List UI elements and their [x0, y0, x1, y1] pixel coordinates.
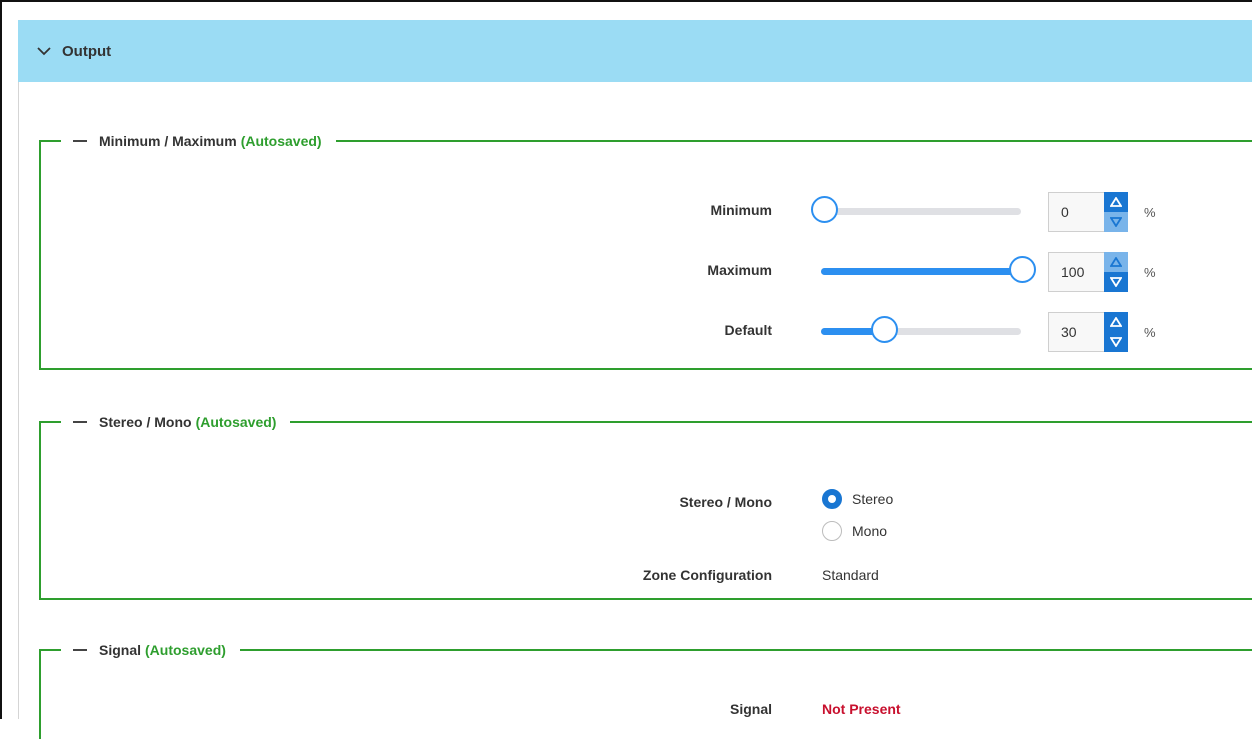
signal-legend-title: Signal: [99, 642, 142, 658]
default-slider[interactable]: [821, 316, 1021, 346]
radio-stereo[interactable]: Stereo: [822, 489, 893, 509]
default-label: Default: [724, 322, 772, 338]
autosaved-tag: (Autosaved): [195, 414, 277, 430]
radio-label: Mono: [852, 523, 888, 539]
slider-thumb[interactable]: [1009, 256, 1036, 283]
zone-configuration-value: Standard: [822, 567, 879, 583]
stereo-legend: Stereo / Mono (Autosaved): [61, 412, 291, 432]
collapse-dash-icon: [73, 649, 87, 651]
decrement-button[interactable]: [1104, 212, 1128, 232]
default-spinner[interactable]: 30 %: [1048, 312, 1156, 352]
minmax-fieldset: Minimum / Maximum (Autosaved) Minimum 0 …: [39, 131, 1252, 370]
collapse-dash-icon: [73, 140, 87, 142]
signal-legend: Signal (Autosaved): [61, 640, 240, 660]
radio-label: Stereo: [852, 491, 894, 507]
stereo-mono-label: Stereo / Mono: [679, 494, 772, 510]
slider-fill: [821, 268, 1021, 275]
decrement-button[interactable]: [1104, 332, 1128, 352]
stereo-fieldset: Stereo / Mono (Autosaved) Stereo / Mono …: [39, 412, 1252, 600]
minmax-legend: Minimum / Maximum (Autosaved): [61, 131, 336, 151]
panel-title: Output: [62, 42, 112, 60]
stereo-legend-title: Stereo / Mono: [99, 414, 192, 430]
minimum-slider[interactable]: [811, 196, 1021, 226]
zone-configuration-label: Zone Configuration: [642, 567, 772, 583]
maximum-slider[interactable]: [821, 256, 1036, 286]
minimum-spinner[interactable]: 0 %: [1048, 192, 1156, 232]
collapse-dash-icon: [73, 421, 87, 423]
minimum-value[interactable]: 0: [1048, 192, 1104, 232]
output-panel-body: Minimum / Maximum (Autosaved) Minimum 0 …: [18, 82, 1252, 739]
output-panel-header[interactable]: Output: [18, 20, 1252, 82]
maximum-spinner[interactable]: 100 %: [1048, 252, 1156, 292]
increment-button[interactable]: [1104, 312, 1128, 332]
signal-fieldset: Signal (Autosaved) Signal Not Present: [39, 640, 1252, 739]
slider-track: [821, 208, 1021, 215]
radio-unselected-icon: [822, 521, 842, 541]
chevron-down-icon: [36, 43, 52, 59]
signal-label: Signal: [729, 701, 772, 717]
maximum-value[interactable]: 100: [1048, 252, 1104, 292]
increment-button[interactable]: [1104, 192, 1128, 212]
default-value[interactable]: 30: [1048, 312, 1104, 352]
slider-thumb[interactable]: [811, 196, 838, 223]
percent-unit: %: [1144, 264, 1156, 280]
autosaved-tag: (Autosaved): [145, 642, 226, 658]
percent-unit: %: [1144, 324, 1156, 340]
maximum-label: Maximum: [707, 262, 772, 278]
minimum-label: Minimum: [710, 202, 772, 218]
minmax-legend-title: Minimum / Maximum: [99, 133, 237, 149]
radio-selected-icon: [822, 489, 842, 509]
radio-mono[interactable]: Mono: [822, 521, 887, 541]
increment-button[interactable]: [1104, 252, 1128, 272]
autosaved-tag: (Autosaved): [240, 133, 322, 149]
decrement-button[interactable]: [1104, 272, 1128, 292]
percent-unit: %: [1144, 204, 1156, 220]
slider-thumb[interactable]: [871, 316, 898, 343]
signal-status: Not Present: [822, 701, 901, 717]
